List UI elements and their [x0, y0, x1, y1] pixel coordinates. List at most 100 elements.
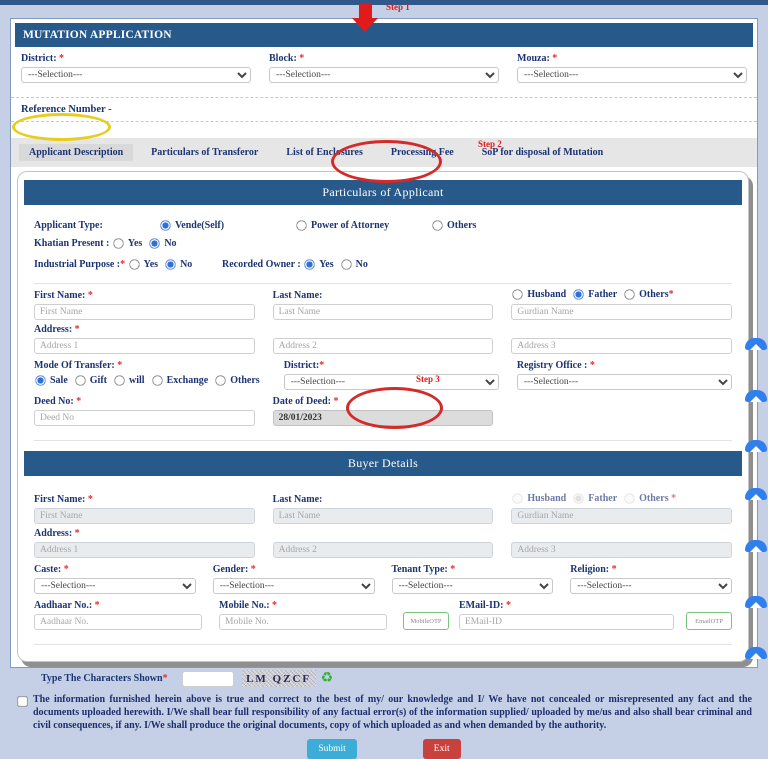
applicant-type-others-option[interactable]: Others	[431, 219, 476, 232]
father-radio[interactable]	[574, 289, 584, 299]
contact-row: Aadhaar No.: * Mobile No.: * MobileOTP E…	[18, 600, 748, 630]
recorded-owner-no-radio[interactable]	[341, 259, 351, 269]
husband-option[interactable]: Husband	[511, 288, 566, 301]
guardian-name-input[interactable]	[511, 304, 732, 320]
power-of-attorney-radio[interactable]	[296, 220, 306, 230]
deed-no-input[interactable]	[34, 410, 255, 426]
divider	[34, 283, 732, 284]
buyer-husband-radio	[513, 493, 523, 503]
tenant-type-label: Tenant Type: *	[392, 564, 554, 575]
gift-radio[interactable]	[75, 375, 85, 385]
mode-others-label: Others	[230, 375, 259, 386]
applicant-type-poa-option[interactable]: Power of Attorney	[295, 219, 425, 232]
khatian-yes-option[interactable]: Yes	[112, 237, 142, 250]
tab-processing-fee[interactable]: Processing Fee	[381, 144, 464, 161]
others-label: Others	[447, 220, 476, 231]
address-label: Address: *	[34, 324, 255, 335]
husband-label: Husband	[527, 289, 566, 300]
buyer-address2-input	[273, 542, 494, 558]
mode-sale-option[interactable]: Sale	[34, 374, 68, 387]
industrial-no-label: No	[180, 259, 192, 270]
email-input[interactable]	[459, 614, 674, 630]
religion-select[interactable]: ---Selection---	[570, 578, 732, 594]
tenant-type-select[interactable]: ---Selection---	[392, 578, 554, 594]
mode-will-option[interactable]: will	[113, 374, 145, 387]
buyer-first-name-input	[34, 508, 255, 524]
declaration-checkbox[interactable]	[17, 696, 27, 706]
mode-gift-option[interactable]: Gift	[74, 374, 107, 387]
last-name-input[interactable]	[273, 304, 494, 320]
industrial-yes-radio[interactable]	[129, 259, 139, 269]
buyer-others-option: Others *	[623, 492, 676, 505]
recorded-owner-yes-option[interactable]: Yes	[303, 258, 333, 271]
first-name-input[interactable]	[34, 304, 255, 320]
khatian-yes-radio[interactable]	[113, 238, 123, 248]
others-radio[interactable]	[432, 220, 442, 230]
husband-radio[interactable]	[513, 289, 523, 299]
form-actions: Submit Exit	[11, 739, 757, 759]
address2-input[interactable]	[273, 338, 494, 354]
caste-select[interactable]: ---Selection---	[34, 578, 196, 594]
buyer-name-row: First Name: * Last Name: Husband Father	[18, 492, 748, 524]
buyer-father-radio	[574, 493, 584, 503]
father-option[interactable]: Father	[572, 288, 617, 301]
father-label: Father	[588, 289, 617, 300]
mode-others-option[interactable]: Others	[214, 374, 259, 387]
mobile-input[interactable]	[219, 614, 387, 630]
divider	[34, 440, 732, 441]
mode-others-radio[interactable]	[216, 375, 226, 385]
exchange-radio[interactable]	[152, 375, 162, 385]
page-title: MUTATION APPLICATION	[15, 23, 753, 47]
sale-radio[interactable]	[35, 375, 45, 385]
recorded-owner-no-option[interactable]: No	[340, 258, 368, 271]
industrial-no-radio[interactable]	[165, 259, 175, 269]
mouza-label: Mouza: *	[517, 53, 747, 64]
email-otp-button[interactable]: EmailOTP	[686, 612, 732, 630]
aadhaar-label: Aadhaar No.: *	[34, 600, 202, 611]
mobile-otp-button[interactable]: MobileOTP	[403, 612, 449, 630]
gift-label: Gift	[90, 375, 107, 386]
tab-sop-disposal[interactable]: SoP for disposal of Mutation	[472, 144, 614, 161]
transfer-row: Mode Of Transfer: * Sale Gift will	[18, 360, 748, 390]
scroll-up-arrow-icon	[745, 596, 767, 608]
location-filter-row: District: * ---Selection--- Block: * ---…	[11, 51, 757, 89]
industrial-no-option[interactable]: No	[164, 258, 192, 271]
khatian-no-option[interactable]: No	[148, 237, 176, 250]
buyer-others-radio	[624, 493, 634, 503]
mouza-select[interactable]: ---Selection---	[517, 67, 747, 83]
guardian-others-radio[interactable]	[624, 289, 634, 299]
tab-particulars-of-transferor[interactable]: Particulars of Transferor	[141, 144, 268, 161]
khatian-no-radio[interactable]	[150, 238, 160, 248]
block-select[interactable]: ---Selection---	[269, 67, 499, 83]
deed-district-select[interactable]: ---Selection---	[284, 374, 499, 390]
mode-of-transfer-options: Sale Gift will Exchange	[34, 374, 266, 387]
vende-self-radio[interactable]	[160, 220, 170, 230]
mobile-label: Mobile No.: *	[219, 600, 387, 611]
mode-exchange-option[interactable]: Exchange	[151, 374, 209, 387]
submit-button[interactable]: Submit	[307, 739, 356, 759]
captcha-image: LM QZCF	[242, 670, 316, 687]
captcha-input[interactable]	[182, 671, 234, 687]
applicant-address-row: Address: *	[18, 324, 748, 354]
address3-input[interactable]	[511, 338, 732, 354]
tab-list-of-enclosures[interactable]: List of Enclosures	[276, 144, 373, 161]
district-select[interactable]: ---Selection---	[21, 67, 251, 83]
deed-row: Deed No: * Date of Deed: *	[18, 396, 748, 426]
khatian-present-label: Khatian Present :	[34, 238, 109, 249]
registry-office-select[interactable]: ---Selection---	[517, 374, 732, 390]
will-radio[interactable]	[114, 375, 124, 385]
address1-input[interactable]	[34, 338, 255, 354]
guardian-others-option[interactable]: Others*	[623, 288, 673, 301]
buyer-address-label: Address: *	[34, 528, 255, 539]
aadhaar-input[interactable]	[34, 614, 202, 630]
exit-button[interactable]: Exit	[423, 739, 461, 759]
district-label: District: *	[21, 53, 251, 64]
gender-label: Gender: *	[213, 564, 375, 575]
industrial-yes-option[interactable]: Yes	[128, 258, 158, 271]
captcha-refresh-icon[interactable]: ♻	[321, 672, 334, 686]
tab-applicant-description[interactable]: Applicant Description	[19, 144, 133, 161]
khatian-yes-label: Yes	[128, 238, 142, 249]
recorded-owner-yes-radio[interactable]	[304, 259, 314, 269]
gender-select[interactable]: ---Selection---	[213, 578, 375, 594]
applicant-type-vende-option[interactable]: Vende(Self)	[159, 219, 289, 232]
